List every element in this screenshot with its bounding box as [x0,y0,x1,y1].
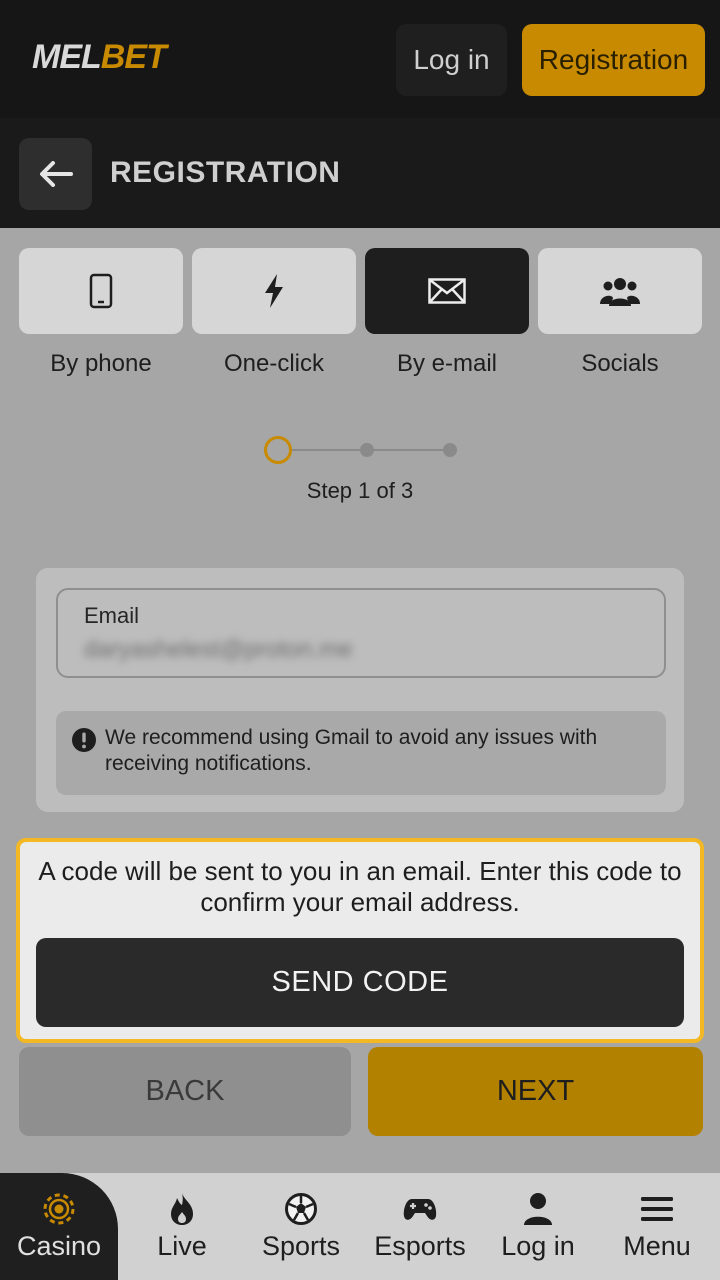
nav-label-esports: Esports [374,1231,466,1261]
bottom-nav: Casino Live Sports Esports Log in Menu [0,1173,720,1280]
stepper-dot-3 [443,443,457,457]
tab-label-by-phone: By phone [50,350,152,377]
envelope-icon [428,278,466,304]
flame-icon [171,1193,193,1225]
next-button[interactable]: NEXT [368,1047,703,1136]
email-field[interactable]: Email daryashelest@proton.me [56,588,666,678]
tab-one-click[interactable] [192,248,356,334]
nav-label-login: Log in [501,1231,575,1261]
back-button[interactable]: BACK [19,1047,351,1136]
tab-by-email[interactable] [365,248,529,334]
nav-login[interactable]: Log in [479,1173,597,1280]
people-icon [600,278,640,306]
nav-label-casino: Casino [16,1231,102,1261]
nav-label-sports: Sports [261,1231,341,1261]
gmail-notice: We recommend using Gmail to avoid any is… [56,711,666,795]
send-code-button[interactable]: SEND CODE [36,938,684,1027]
casino-chip-icon [43,1193,75,1225]
nav-menu[interactable]: Menu [598,1173,716,1280]
gamepad-icon [403,1199,437,1220]
tab-label-one-click: One-click [223,350,325,377]
melbet-logo[interactable]: MELBET [32,38,167,77]
tab-by-phone[interactable] [19,248,183,334]
stepper-dot-2 [360,443,374,457]
stepper-dot-current [264,436,292,464]
tab-socials[interactable] [538,248,702,334]
top-header: MELBET Log in Registration [0,0,720,118]
email-value: daryashelest@proton.me [84,636,353,663]
login-button[interactable]: Log in [396,24,507,96]
notice-text: We recommend using Gmail to avoid any is… [105,726,598,775]
lightning-icon [265,274,283,308]
nav-label-live: Live [157,1231,207,1261]
page-title-bar: REGISTRATION [0,118,720,228]
soccer-ball-icon [285,1193,317,1225]
nav-label-menu: Menu [623,1231,691,1261]
nav-esports[interactable]: Esports [361,1173,479,1280]
registration-button[interactable]: Registration [522,24,705,96]
user-icon [524,1193,552,1225]
exclamation-icon [72,728,96,752]
page-title: REGISTRATION [110,156,341,189]
email-label: Email [84,603,140,628]
nav-live[interactable]: Live [123,1173,241,1280]
tab-label-socials: Socials [581,350,659,377]
email-card: Email daryashelest@proton.me We recommen… [36,568,684,812]
tab-label-by-email: By e-mail [396,350,498,377]
back-arrow-button[interactable] [19,138,92,210]
stepper-text: Step 1 of 3 [306,478,414,503]
code-instructions: A code will be sent to you in an email. … [38,856,682,917]
menu-icon [641,1197,673,1221]
nav-casino[interactable]: Casino [0,1173,118,1280]
phone-icon [89,273,113,309]
send-code-section: A code will be sent to you in an email. … [16,838,704,1043]
arrow-left-icon [39,161,73,187]
nav-sports[interactable]: Sports [242,1173,360,1280]
